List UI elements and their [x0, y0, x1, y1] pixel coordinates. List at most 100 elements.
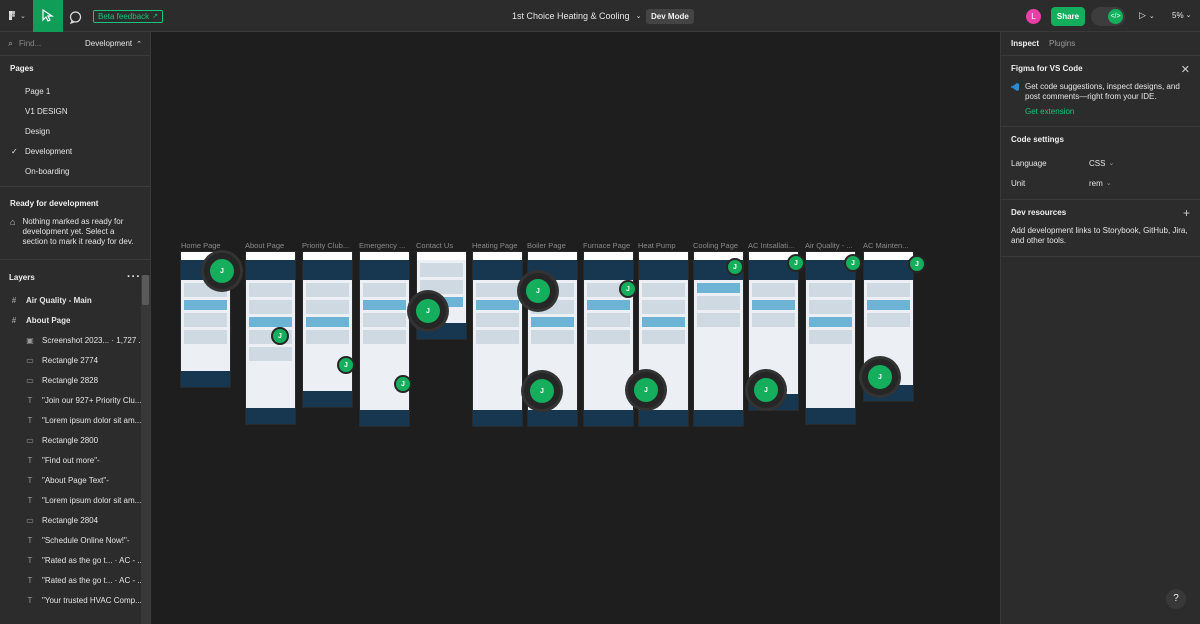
- layer-label: "Rated as the go t... · AC - ...: [42, 555, 144, 565]
- dev-resources-title: Dev resources: [1011, 208, 1067, 217]
- text-icon: T: [27, 535, 33, 545]
- page-item-label: V1 DESIGN: [25, 107, 68, 116]
- frame-hash-icon: #: [11, 315, 17, 325]
- ready-for-dev-title: Ready for development: [10, 199, 99, 208]
- vscode-description: Get code suggestions, inspect designs, a…: [1011, 82, 1190, 102]
- top-toolbar: ⌄ Beta feedback ↗ 1st Choice Heating & C…: [0, 0, 1200, 32]
- dev-mode-badge: Dev Mode: [646, 9, 694, 24]
- layers-scrollbar[interactable]: [141, 275, 150, 624]
- unit-label: Unit: [1011, 178, 1026, 188]
- layer-label: Air Quality - Main: [26, 295, 92, 305]
- language-label: Language: [1011, 158, 1047, 168]
- close-icon[interactable]: ✕: [1181, 63, 1190, 76]
- pages-title: Pages: [10, 64, 34, 73]
- frame-label: Contact Us: [416, 241, 454, 250]
- collaborator-cursor: J: [271, 327, 289, 345]
- tab-inspect[interactable]: Inspect: [1011, 39, 1039, 48]
- design-canvas[interactable]: Home Page About Page Priority Club... Em…: [152, 32, 999, 624]
- unit-setting: Unit rem ⌄: [1011, 173, 1190, 193]
- text-icon: T: [27, 575, 33, 585]
- text-icon: T: [27, 455, 33, 465]
- scrollbar-thumb[interactable]: [142, 275, 149, 305]
- layer-item[interactable]: T "Schedule Online Now!"-: [0, 530, 150, 550]
- page-item-page-1[interactable]: Page 1: [0, 82, 150, 102]
- main-menu-button[interactable]: ⌄: [4, 8, 30, 24]
- frame-hash-icon: #: [11, 295, 17, 305]
- frame-thumbnail[interactable]: [472, 251, 523, 427]
- tab-plugins[interactable]: Plugins: [1049, 39, 1075, 48]
- layer-item[interactable]: ▣ Screenshot 2023... · 1,727 ...: [0, 330, 150, 350]
- page-item-design[interactable]: Design: [0, 122, 150, 142]
- more-options-icon[interactable]: ···: [127, 271, 141, 283]
- image-icon: ▣: [26, 335, 34, 345]
- layer-item[interactable]: T "About Page Text"-: [0, 470, 150, 490]
- beta-feedback-button[interactable]: Beta feedback ↗: [93, 10, 164, 23]
- layer-item[interactable]: # Air Quality - Main: [0, 290, 150, 310]
- page-item-on-boarding[interactable]: On-boarding: [0, 162, 150, 182]
- layer-item[interactable]: T "Lorem ipsum dolor sit am...: [0, 490, 150, 510]
- page-search-row: ⌕ Find... Development ⌃: [0, 32, 150, 56]
- current-page-selector[interactable]: Development ⌃: [85, 39, 142, 48]
- file-title: 1st Choice Heating & Cooling: [512, 11, 630, 21]
- frame-thumbnail[interactable]: [302, 251, 353, 408]
- chevron-down-icon: ⌄: [1105, 179, 1112, 187]
- frame-label: AC Mainten...: [863, 241, 909, 250]
- zoom-menu[interactable]: 5% ⌄: [1172, 11, 1191, 20]
- language-select[interactable]: CSS ⌄: [1089, 159, 1114, 168]
- frame-thumbnail[interactable]: [693, 251, 744, 427]
- comment-tool-button[interactable]: [66, 8, 84, 26]
- figma-logo-icon: [9, 11, 15, 20]
- frame-thumbnail[interactable]: [583, 251, 634, 427]
- layer-label: Screenshot 2023... · 1,727 ...: [42, 335, 146, 345]
- divider: [0, 186, 150, 187]
- collaborator-cursor: J: [862, 359, 898, 395]
- text-icon: T: [27, 555, 33, 565]
- page-item-v1-design[interactable]: V1 DESIGN: [0, 102, 150, 122]
- layer-item[interactable]: T "Lorem ipsum dolor sit am...: [0, 410, 150, 430]
- dev-resources-section: Dev resources + Add development links to…: [1001, 200, 1200, 257]
- rectangle-icon: ▭: [26, 515, 34, 525]
- chevron-down-icon: ⌄: [1108, 159, 1115, 167]
- get-extension-link[interactable]: Get extension: [1011, 102, 1190, 122]
- add-icon[interactable]: +: [1183, 206, 1190, 220]
- frame-label: AC Intsallati...: [748, 241, 795, 250]
- layer-item[interactable]: ▭ Rectangle 2828: [0, 370, 150, 390]
- dev-mode-toggle[interactable]: </>: [1091, 7, 1125, 26]
- layer-label: Rectangle 2774: [42, 355, 99, 365]
- layer-item[interactable]: T "Join our 927+ Priority Clu...: [0, 390, 150, 410]
- layer-item[interactable]: ▭ Rectangle 2800: [0, 430, 150, 450]
- page-item-label: On-boarding: [25, 167, 70, 176]
- frame-label: Air Quality - ...: [805, 241, 853, 250]
- play-icon: ▷: [1139, 10, 1146, 20]
- search-icon: ⌕: [8, 38, 14, 48]
- layer-item[interactable]: # About Page: [0, 310, 150, 330]
- frame-label: Heat Pump: [638, 241, 676, 250]
- layer-item[interactable]: ▭ Rectangle 2774: [0, 350, 150, 370]
- page-item-development[interactable]: ✓ Development: [0, 142, 150, 162]
- layer-item[interactable]: T "Rated as the go t... · AC - ...: [0, 550, 150, 570]
- share-button[interactable]: Share: [1051, 7, 1085, 26]
- unit-select[interactable]: rem ⌄: [1089, 179, 1112, 188]
- language-value: CSS: [1089, 158, 1106, 168]
- layer-item[interactable]: T "Your trusted HVAC Comp...: [0, 590, 150, 610]
- current-page-label: Development: [84, 39, 133, 48]
- rectangle-icon: ▭: [26, 375, 34, 385]
- present-button[interactable]: ▷ ⌄: [1139, 10, 1155, 21]
- search-input[interactable]: Find...: [19, 39, 79, 48]
- collaborator-cursor: J: [337, 356, 355, 374]
- move-tool-button[interactable]: [33, 0, 63, 32]
- frame-thumbnail[interactable]: [805, 251, 856, 425]
- text-icon: T: [27, 495, 33, 505]
- file-title-button[interactable]: 1st Choice Heating & Cooling ⌄: [512, 11, 641, 21]
- collaborator-cursor: J: [204, 253, 240, 289]
- collaborator-cursor: J: [844, 254, 862, 272]
- left-sidebar: ⌕ Find... Development ⌃ Pages Page 1 V1 …: [0, 32, 151, 624]
- help-button[interactable]: ?: [1166, 589, 1186, 609]
- frame-thumbnail[interactable]: [359, 251, 410, 427]
- layer-item[interactable]: T "Rated as the go t... · AC - ...: [0, 570, 150, 590]
- layer-item[interactable]: ▭ Rectangle 2804: [0, 510, 150, 530]
- avatar[interactable]: L: [1026, 9, 1041, 24]
- layer-item[interactable]: T "Find out more"-: [0, 450, 150, 470]
- frame-label: Emergency ...: [359, 241, 406, 250]
- vscode-title: Figma for VS Code: [1011, 64, 1083, 73]
